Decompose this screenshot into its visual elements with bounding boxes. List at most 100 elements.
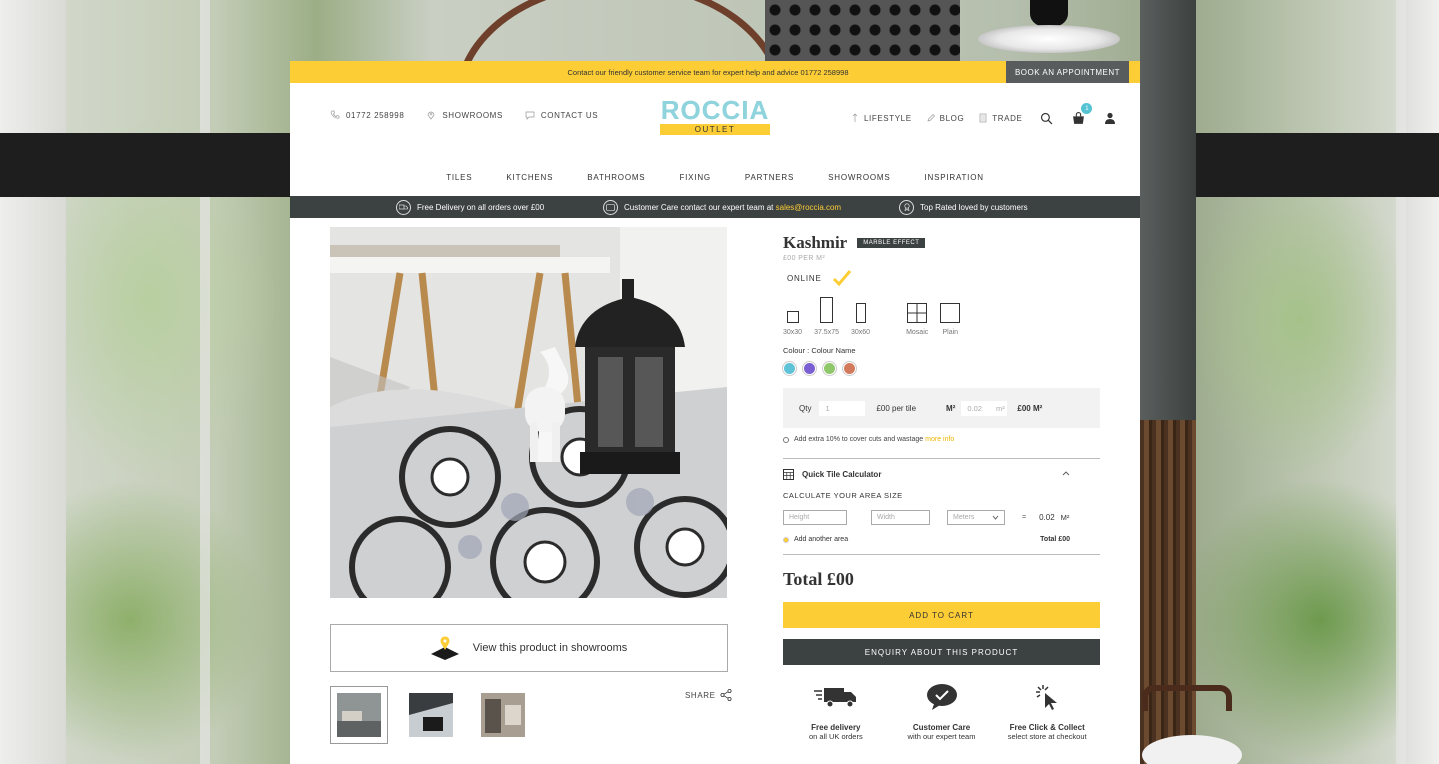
calculator-total: Total £00 xyxy=(1040,536,1070,543)
top-bar: Contact our friendly customer service te… xyxy=(290,61,1140,83)
usp-bar: Free Delivery on all orders over £00 Cus… xyxy=(290,196,1140,218)
customer-care-icon xyxy=(603,199,618,215)
add-area-radio[interactable] xyxy=(783,536,789,543)
divider xyxy=(783,458,1100,459)
size-options: 30x30 37.5x75 30x60 Mosaic Plain xyxy=(783,292,1100,336)
extra-wastage-text: Add extra 10% to cover cuts and wastage xyxy=(794,436,926,443)
add-area-label: Add another area xyxy=(794,536,849,543)
area-result: 0.02 xyxy=(1039,513,1055,522)
mosaic-grid-icon xyxy=(907,303,928,323)
nav-partners[interactable]: PARTNERS xyxy=(745,173,794,187)
thumbnail-3[interactable] xyxy=(474,686,532,744)
colour-swatch-terracotta[interactable] xyxy=(843,362,856,375)
contact-message: Contact our friendly customer service te… xyxy=(567,67,849,77)
colour-swatch-green[interactable] xyxy=(823,362,836,375)
account-button[interactable] xyxy=(1102,110,1118,126)
qty-label: Qty xyxy=(799,403,812,413)
size-option-plain[interactable]: Plain xyxy=(940,303,961,336)
logo-word: ROCCIA xyxy=(660,95,770,125)
size-option-37-5x75[interactable]: 37.5x75 xyxy=(814,297,839,336)
lifestyle-icon xyxy=(852,113,858,122)
care-email-link[interactable]: sales@roccia.com xyxy=(776,203,841,212)
feature-care-sub: with our expert team xyxy=(907,732,976,741)
thumbnail-strip xyxy=(330,686,532,744)
pencil-icon xyxy=(927,114,935,122)
price-per-m2: £00 PER M² xyxy=(783,255,826,262)
extra-wastage-radio[interactable] xyxy=(783,436,789,443)
tall-rectangle-size-icon xyxy=(820,297,834,323)
trade-link[interactable]: TRADE xyxy=(978,113,1022,123)
nav-bathrooms[interactable]: BATHROOMS xyxy=(587,173,645,187)
divider xyxy=(783,554,1100,555)
product-main-image[interactable] xyxy=(330,227,727,598)
feature-collect-sub: select store at checkout xyxy=(1007,732,1087,741)
equals-sign: = xyxy=(1022,514,1027,521)
calculator-title: Quick Tile Calculator xyxy=(802,470,882,479)
width-input[interactable]: Width xyxy=(871,510,930,525)
colour-swatches xyxy=(783,362,1100,375)
area-result-unit: M² xyxy=(1060,513,1070,522)
basket-button[interactable]: 1 xyxy=(1070,103,1093,126)
tile-calculator-header[interactable]: Quick Tile Calculator xyxy=(783,469,1100,480)
blog-link[interactable]: BLOG xyxy=(926,113,965,123)
feature-click-collect: Free Click & Collect select store at che… xyxy=(994,681,1100,741)
more-info-link[interactable]: more info xyxy=(925,436,954,443)
roccia-logo[interactable]: ROCCIA OUTLET xyxy=(659,97,771,135)
enquiry-button[interactable]: ENQUIRY ABOUT THIS PRODUCT xyxy=(783,639,1100,665)
size-option-mosaic[interactable]: Mosaic xyxy=(906,303,928,336)
phone-icon xyxy=(330,110,340,119)
search-button[interactable] xyxy=(1038,110,1054,126)
location-pin-icon xyxy=(428,111,435,120)
product-page: Contact our friendly customer service te… xyxy=(290,61,1140,764)
delivery-truck-icon xyxy=(396,199,411,215)
feature-delivery: Free delivery on all UK orders xyxy=(783,681,889,741)
quantity-box: Qty 1 £00 per tile M² 0.02 m² £00 M² xyxy=(783,388,1100,428)
feature-icons: Free delivery on all UK orders Customer … xyxy=(783,681,1100,741)
chevron-up-icon[interactable] xyxy=(1062,469,1070,478)
view-in-showrooms-button[interactable]: View this product in showrooms xyxy=(330,624,728,672)
product-info-panel: Kashmir MARBLE EFFECT £00 PER M² ONLINE … xyxy=(783,233,1100,741)
usp-delivery: Free Delivery on all orders over £00 xyxy=(396,199,544,215)
usp-rated: Top Rated loved by customers xyxy=(899,199,1028,215)
size-option-30x30[interactable]: 30x30 xyxy=(783,311,802,336)
usp-care-text: Customer Care contact our expert team at xyxy=(624,202,776,212)
feature-delivery-sub: on all UK orders xyxy=(808,732,863,741)
phone-link[interactable]: 01772 258998 xyxy=(330,110,404,120)
availability-label: ONLINE xyxy=(787,273,822,283)
unit-select[interactable]: Meters xyxy=(947,510,1005,525)
height-input[interactable]: Height xyxy=(783,510,847,525)
thumbnail-2[interactable] xyxy=(402,686,460,744)
lifestyle-link[interactable]: LIFESTYLE xyxy=(850,112,912,124)
logo-sub: OUTLET xyxy=(660,124,770,135)
delivery-truck-icon xyxy=(813,688,856,708)
nav-fixing[interactable]: FIXING xyxy=(679,173,710,187)
usp-rated-text: Top Rated loved by customers xyxy=(920,202,1028,212)
nav-inspiration[interactable]: INSPIRATION xyxy=(924,173,983,187)
colour-swatch-purple[interactable] xyxy=(803,362,816,375)
thumbnail-1[interactable] xyxy=(330,686,388,744)
add-another-area[interactable]: Add another area Total £00 xyxy=(783,536,1100,543)
qty-input[interactable]: 1 xyxy=(819,400,866,416)
calculator-inputs: Height Width Meters = 0.02 M² xyxy=(783,510,1100,525)
nav-tiles[interactable]: TILES xyxy=(446,173,472,187)
size-option-30x60[interactable]: 30x60 xyxy=(851,303,870,336)
nav-kitchens[interactable]: KITCHENS xyxy=(506,173,553,187)
showroom-button-label: View this product in showrooms xyxy=(472,642,628,654)
basket-count-badge: 1 xyxy=(1081,103,1093,114)
calculator-icon xyxy=(783,469,794,480)
book-appointment-button[interactable]: BOOK AN APPOINTMENT xyxy=(1006,61,1129,83)
extra-wastage-option[interactable]: Add extra 10% to cover cuts and wastage … xyxy=(783,436,1100,443)
share-button[interactable]: SHARE xyxy=(685,689,732,701)
blog-label: BLOG xyxy=(939,113,965,123)
add-to-cart-button[interactable]: ADD TO CART xyxy=(783,602,1100,628)
showrooms-link[interactable]: SHOWROOMS xyxy=(426,110,503,120)
m2-input[interactable]: 0.02 m² xyxy=(961,400,1008,416)
colour-swatch-blue[interactable] xyxy=(783,362,796,375)
nav-showrooms[interactable]: SHOWROOMS xyxy=(828,173,890,187)
chat-check-icon xyxy=(926,684,957,710)
order-total: Total £00 xyxy=(783,569,854,589)
rectangle-size-icon xyxy=(855,303,866,323)
marble-effect-tag: MARBLE EFFECT xyxy=(857,238,926,248)
availability-row: ONLINE xyxy=(783,270,1100,286)
contact-link[interactable]: CONTACT US xyxy=(525,110,598,120)
